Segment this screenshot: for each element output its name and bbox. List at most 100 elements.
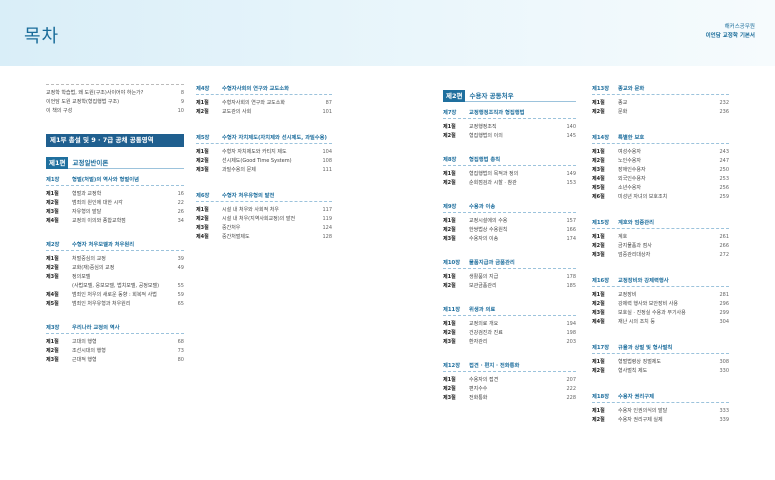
section-number: 제2절 [443,386,456,392]
section-entry: 제2절 보관금품관리 185 [443,282,576,291]
chapter-heading: 제12장 접견 · 편지 · 전화통화 [443,361,576,372]
chapter-heading: 제13장 종교와 문화 [592,84,729,95]
section-title: 소년수용자 [618,185,642,191]
chapter-heading: 제5장 수형자 자치제도(자치제와 선시제도, 과밀수용) [196,133,332,144]
chapter-title: 형집행법 총칙 [469,157,501,163]
section-title: 조선시대의 행형 [72,348,106,354]
part-title: 제1부 총설 및 9 · 7급 공채 공통영역 [46,134,184,147]
section-title: 문화 [618,109,628,115]
chapter-number: 제12장 [443,363,461,369]
section-entry: 제3절 근대적 행형 80 [46,356,184,365]
page-number: 153 [566,180,576,186]
page-number: 308 [719,359,729,365]
section-title: 범죄의 원인에 대한 시각 [72,200,123,206]
section-entry: 제4절 중간처벌제도 128 [196,233,332,242]
page-number: 228 [566,395,576,401]
section-title: 형벌법령상 징벌제도 [618,359,661,365]
toc-column-2: 제4장 수형자사회의 연구와 교도소화 제1절 수형자사회의 연구와 교도소화 87 제2… [196,84,332,242]
page-number: 261 [719,234,729,240]
chapter-title: 계호와 엄중관리 [618,220,654,226]
toc-entry: 이 책의 구성 10 [46,107,184,116]
chapter-heading: 제2장 수형자 처우모델과 처우원리 [46,240,184,251]
section-entry: 제1절 교정시설에의 수용 157 [443,217,576,226]
chapter-title: 우리나라 교정의 역사 [72,325,120,331]
section-number: 제3절 [46,274,59,280]
chapter-number: 제17장 [592,345,610,351]
toc-entry: 이언담 도원 교정학(형집행법 구조) 9 [46,98,184,107]
section-entry: 제1절 형집행법의 목적과 정의 149 [443,170,576,179]
section-entry: (사법모델, 응보모델, 법치모델, 공정모델) 55 [46,282,184,291]
section-title: 엄중관리대상자 [618,252,651,258]
section-title: 수형자사회의 연구와 교도소화 [222,100,285,106]
chapter-heading: 제4장 수형자사회의 연구와 교도소화 [196,84,332,95]
chapter-number: 제14장 [592,135,610,141]
section-number: 제4절 [592,319,605,325]
page-number: 149 [566,171,576,177]
section-entry: 제2절 선시제도(Good Time System) 108 [196,157,332,166]
section-entry: 제1절 고대의 행형 68 [46,338,184,347]
section-number: 제3절 [46,209,59,215]
section-number: 제2절 [443,283,456,289]
chapter-number: 제2장 [46,242,60,248]
section-entry: 제1절 생활품의 지급 178 [443,273,576,282]
section-number: 제3절 [46,357,59,363]
entry-title: 이언담 도원 교정학(형집행법 구조) [46,99,120,105]
section-title: 정의모델 [72,274,91,280]
section-entry: 제4절 교정의 이의와 종합교학점 34 [46,217,184,226]
section-title: 시설 내 처우와 사회적 처우 [222,207,279,213]
section-number: 제3절 [592,252,605,258]
page-number: 16 [177,191,184,197]
toc-column-3: 제2편 수용자 공동처우 제7장 교정행정조직과 형집행법 제1절 교정행정조직 140 제… [443,90,576,403]
chapter-number: 제18장 [592,394,610,400]
page-number: 243 [719,149,729,155]
section-entry: 제1절 수용자 인권의식의 발달 333 [592,407,729,416]
section-title: (사법모델, 응보모델, 법치모델, 공정모델) [72,283,160,289]
section-number: 제3절 [196,167,209,173]
section-title: 과밀수용의 문제 [222,167,256,173]
section-number: 제1절 [196,100,209,106]
page-number: 68 [177,339,184,345]
section-entry: 제2절 시설 내 처우(지역사회교정)의 발전 119 [196,215,332,224]
chapter-number: 제9장 [443,204,457,210]
chapter-title: 교정행정조직과 형집행법 [469,110,525,116]
page-number: 22 [177,200,184,206]
section-title: 노인수용자 [618,158,642,164]
toc-entry: 교정학 학습법, 왜 도원(구조)사이어야 하는가? 8 [46,89,184,98]
entry-title: 이 책의 구성 [46,108,73,114]
section-entry: 제1절 여성수용자 243 [592,148,729,157]
section-title: 장애인수용자 [618,167,646,173]
section-number: 제4절 [196,234,209,240]
chapter-heading: 제15장 계호와 엄중관리 [592,218,729,229]
section-entry: 제2절 조선시대의 행형 73 [46,347,184,356]
chapter-list: 제13장 종교와 문화 제1절 종교 232 제2절 문화 236 제14장 특별한 보호 제1절 여… [592,84,729,425]
section-entry: 제1절 수형자 자치제도와 카티지 제도 104 [196,148,332,157]
page-number: 34 [177,218,184,224]
section-entry: 제2절 금지물품과 점사 266 [592,242,729,251]
page-number: 339 [719,417,729,423]
page-number: 250 [719,167,729,173]
section-entry: 제1절 수용자의 접견 207 [443,376,576,385]
section-number: 제2절 [592,243,605,249]
section-entry: 제2절 교화(재)중심의 교정 49 [46,264,184,273]
section-entry: 제3절 장애인수용자 250 [592,166,729,175]
section-number: 제1절 [443,124,456,130]
section-entry: 제3절 전화통화 228 [443,394,576,403]
section-number: 제5절 [46,301,59,307]
section-entry: 제1절 교정의료 개요 194 [443,320,576,329]
section-title: 생활품의 지급 [469,274,499,280]
page-number: 296 [719,301,729,307]
page-number: 26 [177,209,184,215]
section-entry: 제4절 외국인수용자 253 [592,175,729,184]
section-entry: 제3절 자유형의 발달 26 [46,208,184,217]
section-entry: 제5절 소년수용자 256 [592,184,729,193]
section-entry: 제2절 수용자 권리구제 실제 339 [592,416,729,425]
section-entry: 제1절 교정행정조직 140 [443,123,576,132]
section-title: 처벌중심의 교정 [72,256,106,262]
section-number: 제2절 [443,180,456,186]
section-number: 제2절 [46,200,59,206]
toc-column-1: 교정학 학습법, 왜 도원(구조)사이어야 하는가? 8 이언담 도원 교정학(형집… [46,84,184,365]
section-number: 제3절 [443,395,456,401]
section-title: 교정행정조직 [469,124,497,130]
book-series: 해커스공무원 이언담 교정학 기본서 [706,23,755,41]
section-entry: 제2절 노인수용자 247 [592,157,729,166]
